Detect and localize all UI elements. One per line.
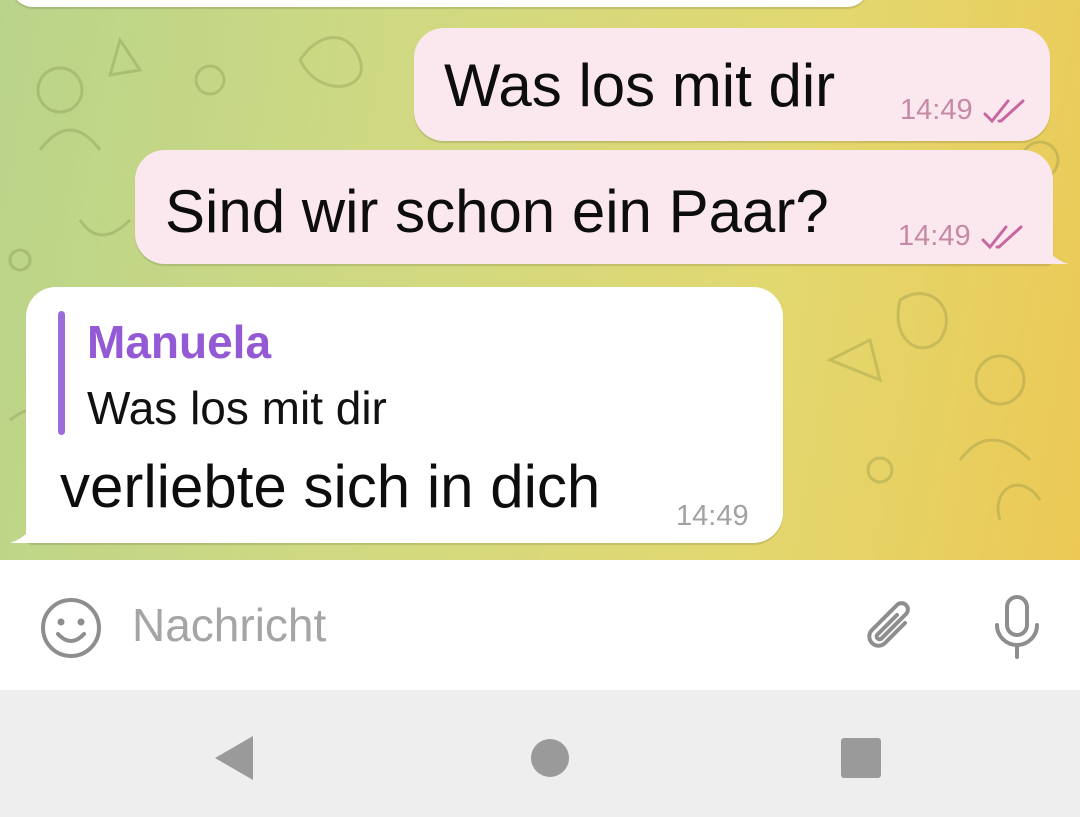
bubble-tail (1040, 240, 1068, 264)
chat-area[interactable]: Was los mit dir 14:49 Sind wir schon ein… (0, 0, 1080, 560)
home-circle-icon[interactable] (520, 728, 580, 788)
message-time: 14:49 (676, 500, 749, 532)
paperclip-icon[interactable] (858, 594, 924, 660)
message-time: 14:49 (900, 94, 973, 126)
smiley-icon[interactable] (38, 595, 104, 661)
read-double-check-icon (983, 98, 1029, 124)
message-time: 14:49 (898, 220, 971, 252)
microphone-icon[interactable] (984, 592, 1050, 664)
message-meta: 14:49 (900, 96, 1029, 125)
recents-square-icon[interactable] (831, 728, 891, 788)
message-text: Was los mit dir (444, 52, 836, 119)
reply-accent-bar (58, 311, 65, 435)
reply-sender-name[interactable]: Manuela (87, 319, 271, 365)
message-input[interactable] (118, 590, 832, 660)
back-triangle-icon[interactable] (205, 728, 265, 788)
message-bubble-outgoing[interactable]: Sind wir schon ein Paar? 14:49 (135, 150, 1053, 264)
message-input-bar (0, 560, 1080, 690)
system-navigation-bar (0, 690, 1080, 817)
message-meta: 14:49 (898, 222, 1027, 251)
read-double-check-icon (981, 224, 1027, 250)
bubble-tail (10, 519, 38, 543)
message-text: Sind wir schon ein Paar? (165, 178, 829, 245)
previous-message-bubble[interactable] (10, 0, 870, 7)
message-text: verliebte sich in dich (60, 453, 601, 520)
message-bubble-incoming[interactable]: Manuela Was los mit dir verliebte sich i… (26, 287, 783, 543)
message-meta: 14:49 (676, 502, 749, 531)
message-bubble-outgoing[interactable]: Was los mit dir 14:49 (414, 28, 1050, 141)
reply-quoted-text[interactable]: Was los mit dir (87, 385, 387, 431)
